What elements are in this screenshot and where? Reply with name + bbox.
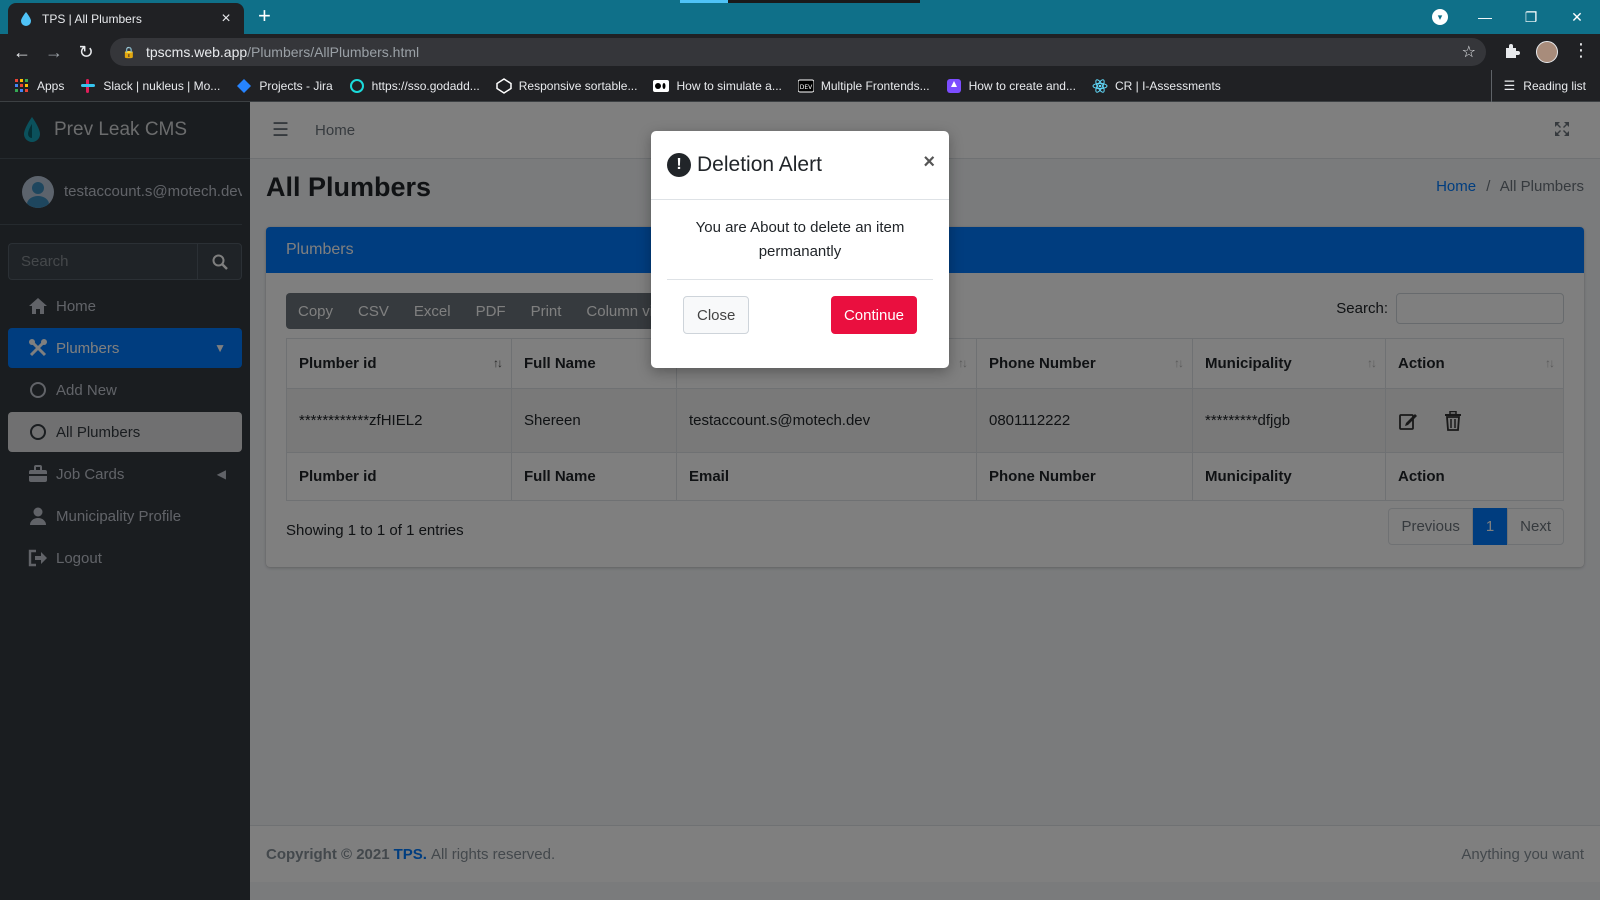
water-drop-icon: [21, 11, 31, 26]
modal-header: ! Deletion Alert ×: [651, 131, 949, 200]
tab-title: TPS | All Plumbers: [42, 11, 142, 26]
tab-close-icon[interactable]: ×: [218, 10, 234, 28]
bookmark-label: Slack | nukleus | Mo...: [103, 78, 221, 93]
url-path: /Plumbers/AllPlumbers.html: [247, 44, 420, 60]
slack-icon: [81, 78, 96, 93]
minimize-icon[interactable]: —: [1462, 9, 1508, 25]
bookmark-dev[interactable]: DEV Multiple Frontends...: [797, 78, 930, 94]
bookmark-jira[interactable]: Projects - Jira: [236, 78, 333, 94]
bookmark-label: https://sso.godadd...: [371, 78, 480, 93]
lock-icon: 🔒: [122, 46, 136, 59]
bookmarks-bar: Apps Slack | nukleus | Mo... Projects - …: [0, 70, 1600, 102]
bookmark-cr[interactable]: CR | I-Assessments: [1092, 78, 1221, 94]
reload-icon[interactable]: ↻: [70, 42, 102, 63]
exclamation-circle-icon: !: [667, 153, 691, 177]
reading-list-button[interactable]: ☰ Reading list: [1490, 70, 1586, 102]
bookmark-star-icon[interactable]: ☆: [1462, 42, 1476, 62]
url-input[interactable]: 🔒 tpscms.web.app/Plumbers/AllPlumbers.ht…: [110, 38, 1486, 66]
extensions-icon[interactable]: [1503, 42, 1521, 60]
apps-grid-icon: [15, 78, 28, 92]
restore-icon[interactable]: ❐: [1508, 9, 1554, 26]
reading-list-label: Reading list: [1523, 79, 1586, 93]
address-bar-row: ← → ↻ 🔒 tpscms.web.app/Plumbers/AllPlumb…: [0, 34, 1600, 70]
bookmark-godaddy[interactable]: https://sso.godadd...: [349, 78, 480, 94]
bookmark-apps[interactable]: Apps: [14, 78, 64, 94]
bookmark-slack[interactable]: Slack | nukleus | Mo...: [80, 78, 220, 94]
react-icon: [1092, 78, 1108, 93]
close-button[interactable]: Close: [683, 296, 750, 334]
bookmark-medium[interactable]: How to simulate a...: [653, 78, 782, 94]
bookmark-label: CR | I-Assessments: [1114, 78, 1221, 93]
browser-menu-icon[interactable]: ⋮: [1572, 40, 1590, 61]
browser-tab-bar: TPS | All Plumbers × + ▾ — ❐ ✕: [0, 0, 1600, 34]
bookmark-label: How to simulate a...: [676, 78, 782, 93]
svg-text:DEV: DEV: [800, 84, 813, 91]
bookmark-label: Multiple Frontends...: [820, 78, 930, 93]
reading-list-icon: ☰: [1503, 78, 1516, 93]
tab-strip-indicator: [680, 0, 920, 3]
forward-icon[interactable]: →: [38, 42, 70, 63]
url-host: tpscms.web.app: [146, 44, 248, 60]
deletion-alert-modal: ! Deletion Alert × You are About to dele…: [651, 131, 949, 368]
continue-button[interactable]: Continue: [830, 296, 917, 334]
bookmark-label: How to create and...: [968, 78, 1076, 93]
modal-close-icon[interactable]: ×: [923, 151, 935, 174]
window-controls: — ❐ ✕: [1462, 0, 1600, 34]
tab-search-icon[interactable]: ▾: [1432, 9, 1448, 25]
browser-tab[interactable]: TPS | All Plumbers ×: [8, 3, 244, 34]
rocket-icon: [946, 78, 961, 93]
new-tab-button[interactable]: +: [258, 5, 271, 27]
jira-icon: [237, 78, 252, 93]
bookmark-label: Apps: [37, 78, 65, 93]
modal-title: Deletion Alert: [697, 153, 822, 176]
godaddy-icon: [349, 78, 364, 93]
medium-icon: [653, 79, 670, 92]
window-close-icon[interactable]: ✕: [1554, 9, 1600, 26]
back-icon[interactable]: ←: [6, 42, 38, 63]
profile-avatar[interactable]: [1536, 41, 1558, 63]
bookmark-create[interactable]: How to create and...: [946, 78, 1076, 94]
modal-body: You are About to delete an item permanan…: [667, 200, 933, 280]
bookmark-label: Projects - Jira: [259, 78, 333, 93]
modal-footer: Close Continue: [651, 280, 949, 366]
codepen-icon: [496, 77, 512, 94]
bookmark-label: Responsive sortable...: [518, 78, 638, 93]
bookmark-sortable[interactable]: Responsive sortable...: [496, 77, 638, 94]
dev-icon: DEV: [797, 79, 814, 92]
